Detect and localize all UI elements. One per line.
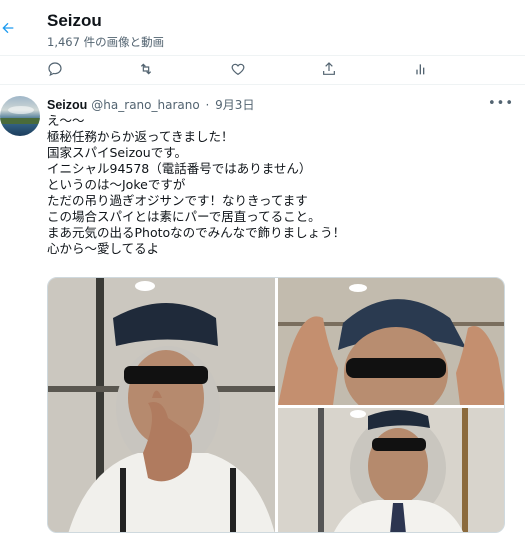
back-button[interactable] [0,16,20,40]
reply-button[interactable] [47,61,65,79]
tweet-text-line: というのは～Jokeですが [47,177,186,192]
avatar[interactable] [0,96,40,136]
display-name[interactable]: Seizou [47,98,87,112]
like-button[interactable] [230,61,248,79]
media-count: 1,467 件の画像と動画 [47,35,165,49]
analytics-icon [416,64,425,75]
more-options-button[interactable]: ••• [488,96,514,111]
previous-tweet-actions [0,55,525,85]
tweet-text-line: この場合スパイとは素にパーで居直ってること。 [47,209,321,224]
separator-dot: · [205,98,210,112]
arrow-left-icon [2,22,14,34]
analytics-button[interactable] [413,61,431,79]
reply-icon [48,62,62,77]
tweet-date[interactable]: 9月3日 [215,98,254,112]
retweet-icon [140,63,152,75]
tweet-text-line: ただの吊り過ぎオジサンです！なりきってます [47,193,308,208]
photo-thumbs-up[interactable] [48,278,275,532]
tweet-text-line: 心から～愛してるよ [47,241,160,256]
tweet[interactable]: Seizou @ha_rano_harano · 9月3日 ••• え～～ 極秘任… [0,85,525,546]
like-icon [231,63,245,76]
tweet-media-grid [47,277,505,533]
share-icon [323,62,335,75]
tweet-text-line: え～～ [47,113,85,128]
tweet-text-line: 極秘任務からか返ってきました！ [47,129,234,144]
user-handle[interactable]: @ha_rano_harano [91,98,199,112]
tweet-text-line: まあ元気の出るPhotoなのでみんなで飾りましょう！ [47,225,346,240]
tweet-header: Seizou @ha_rano_harano · 9月3日 [47,96,254,113]
photo-portrait[interactable] [278,408,504,532]
tweet-text-line: イニシャル94578（電話番号ではありません） [47,161,312,176]
share-button[interactable] [321,61,339,79]
page-header: Seizou 1,467 件の画像と動画 [0,0,525,55]
photo-hands-on-cap[interactable] [278,278,504,405]
retweet-button[interactable] [138,61,156,79]
tweet-text-line: 国家スパイSeizouです。 [47,145,187,160]
page-title: Seizou [47,11,102,30]
tweet-text: え～～ 極秘任務からか返ってきました！ 国家スパイSeizouです。 イニシャル… [47,113,507,257]
